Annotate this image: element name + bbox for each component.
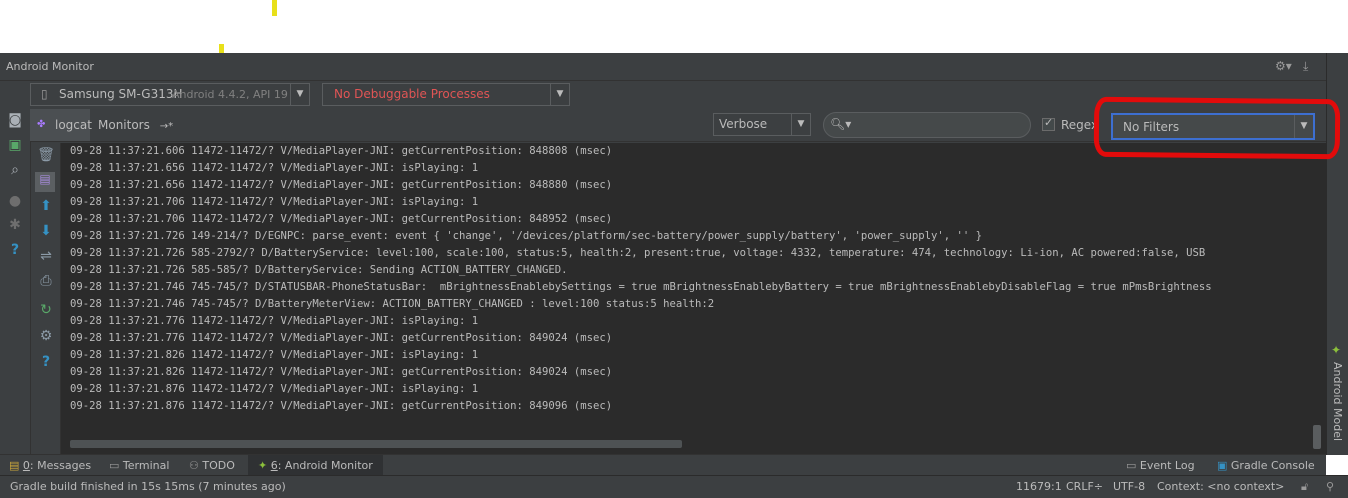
android-icon: ✦: [258, 459, 268, 472]
camera-icon[interactable]: ◙: [5, 112, 25, 128]
logcat-output[interactable]: 09-28 11:37:21.606 11472-11472/? V/Media…: [61, 143, 1326, 454]
caret-position[interactable]: 11679:1: [1016, 476, 1062, 498]
context[interactable]: Context: <no context>: [1157, 476, 1284, 498]
tab-android-monitor[interactable]: ✦ 6: Android Monitor: [248, 455, 383, 476]
scroll-icon[interactable]: ▤: [35, 172, 55, 192]
wrap-icon[interactable]: ⇌: [36, 248, 56, 264]
gradle-icon: ▣: [1217, 459, 1228, 472]
tab-monitor-key: 6: [270, 459, 278, 472]
tab-event-log[interactable]: ▭ Event Log: [1126, 455, 1195, 476]
tool-window-titlebar: Android Monitor ⚙▾ ⤓: [0, 53, 1326, 81]
help-icon[interactable]: ?: [36, 354, 56, 370]
status-bar: Gradle build finished in 15s 15ms (7 min…: [0, 475, 1348, 498]
regex-label: Regex: [1061, 118, 1099, 132]
search-icon: 🔍︎▾: [830, 117, 852, 131]
tab-terminal-label: Terminal: [122, 459, 170, 472]
log-line: 09-28 11:37:21.746 745-745/? D/STATUSBAR…: [70, 281, 1212, 293]
log-line: 09-28 11:37:21.876 11472-11472/? V/Media…: [70, 383, 479, 395]
process-label: No Debuggable Processes: [334, 87, 490, 101]
todo-icon: ⚇: [189, 459, 199, 472]
chevron-down-icon[interactable]: ▼: [290, 84, 309, 105]
tab-gradle-console-label: Gradle Console: [1230, 459, 1315, 472]
log-level-value: Verbose: [719, 117, 768, 131]
browser-top-area: [0, 0, 1348, 53]
restart-icon[interactable]: ↻: [36, 302, 56, 318]
log-line: 09-28 11:37:21.656 11472-11472/? V/Media…: [70, 162, 479, 174]
tab-monitors[interactable]: Monitors →*: [98, 109, 178, 141]
settings-icon[interactable]: ⚙: [36, 328, 56, 344]
log-line: 09-28 11:37:21.746 745-745/? D/BatteryMe…: [70, 298, 715, 310]
encoding[interactable]: UTF-8: [1113, 476, 1145, 498]
tab-android-monitor-label: : Android Monitor: [277, 459, 373, 472]
pin-icon: →*: [159, 121, 174, 132]
tab-event-log-label: Event Log: [1139, 459, 1195, 472]
log-line: 09-28 11:37:21.726 585-585/? D/BatterySe…: [70, 264, 568, 276]
tab-messages-label: : Messages: [29, 459, 92, 472]
tab-logcat[interactable]: ✤ logcat: [30, 109, 92, 141]
tab-messages[interactable]: ▤ 0: Messages: [9, 455, 91, 476]
vertical-scrollbar[interactable]: [1313, 425, 1321, 449]
log-line: 09-28 11:37:21.826 11472-11472/? V/Media…: [70, 349, 479, 361]
check-icon: ✓: [1044, 116, 1054, 129]
up-arrow-icon[interactable]: ⬆: [36, 198, 56, 214]
notification-icon[interactable]: ⚲: [1326, 476, 1334, 498]
log-level-select[interactable]: Verbose ▼: [713, 113, 811, 136]
tab-messages-key: 0: [22, 459, 30, 472]
left-toolbar: ◙ ▣ ⌕ ● ✱ ?: [0, 109, 31, 454]
gear-icon[interactable]: ✱: [5, 217, 25, 233]
log-line: 09-28 11:37:21.826 11472-11472/? V/Media…: [70, 366, 613, 378]
tab-todo[interactable]: ⚇ TODO: [189, 455, 235, 476]
horizontal-scrollbar[interactable]: [70, 440, 682, 448]
process-select[interactable]: No Debuggable Processes ▼: [322, 83, 570, 106]
tab-monitors-label: Monitors: [98, 118, 150, 132]
print-icon[interactable]: ⎙: [36, 273, 56, 289]
log-line: 09-28 11:37:21.726 149-214/? D/EGNPC: pa…: [70, 230, 983, 242]
log-line: 09-28 11:37:21.876 11472-11472/? V/Media…: [70, 400, 613, 412]
device-name: Samsung SM-G313H: [59, 87, 183, 101]
android-model-tab[interactable]: Android Model: [1331, 362, 1344, 441]
hide-icon[interactable]: ⤓: [1303, 59, 1308, 74]
window-title: Android Monitor: [6, 60, 94, 73]
device-select[interactable]: ▯ Samsung SM-G313H Android 4.4.2, API 19…: [30, 83, 310, 106]
gear-icon[interactable]: ⚙▾: [1275, 59, 1292, 73]
down-arrow-icon[interactable]: ⬇: [36, 223, 56, 239]
android-icon: ✦: [1331, 343, 1342, 357]
log-line: 09-28 11:37:21.656 11472-11472/? V/Media…: [70, 179, 613, 191]
lock-icon[interactable]: 🔓︎: [1301, 476, 1308, 498]
play-icon[interactable]: ▣: [5, 137, 25, 153]
line-separator[interactable]: CRLF÷: [1066, 476, 1103, 498]
tab-gradle-console[interactable]: ▣ Gradle Console: [1217, 455, 1315, 476]
logcat-side-toolbar: 🗑︎ ▤ ⬆ ⬇ ⇌ ⎙ ↻ ⚙ ?: [31, 143, 61, 454]
stop-icon[interactable]: ●: [5, 193, 25, 209]
event-log-icon: ▭: [1126, 459, 1137, 472]
chevron-down-icon[interactable]: ▼: [550, 84, 569, 105]
annotation-circle: [1093, 96, 1341, 160]
chevron-down-icon[interactable]: ▼: [791, 114, 810, 135]
terminal-icon: ▭: [109, 459, 120, 472]
log-line: 09-28 11:37:21.776 11472-11472/? V/Media…: [70, 332, 613, 344]
tab-logcat-label: logcat: [55, 118, 92, 132]
trash-icon[interactable]: 🗑︎: [36, 147, 56, 163]
phone-icon: ▯: [41, 87, 48, 101]
logcat-icon: ✤: [37, 119, 46, 130]
log-line: 09-28 11:37:21.706 11472-11472/? V/Media…: [70, 213, 613, 225]
device-detail: Android 4.4.2, API 19: [172, 88, 288, 101]
log-line: 09-28 11:37:21.726 585-2792/? D/BatteryS…: [70, 247, 1206, 259]
tab-terminal[interactable]: ▭ Terminal: [109, 455, 169, 476]
regex-checkbox[interactable]: ✓: [1042, 116, 1055, 131]
messages-icon: ▤: [9, 459, 20, 472]
tab-todo-label: TODO: [202, 459, 235, 472]
tool-window-bar: ▤ 0: Messages ▭ Terminal ⚇ TODO ✦ 6: And…: [0, 454, 1326, 476]
log-line: 09-28 11:37:21.776 11472-11472/? V/Media…: [70, 315, 479, 327]
highlight-mark: [272, 0, 277, 16]
search-input[interactable]: 🔍︎▾: [823, 112, 1031, 138]
highlight-mark: [219, 44, 224, 53]
log-line: 09-28 11:37:21.706 11472-11472/? V/Media…: [70, 196, 479, 208]
log-line: 09-28 11:37:21.606 11472-11472/? V/Media…: [70, 145, 613, 157]
status-message[interactable]: Gradle build finished in 15s 15ms (7 min…: [10, 476, 286, 498]
screen-record-icon[interactable]: ⌕: [5, 162, 25, 178]
help-icon[interactable]: ?: [5, 242, 25, 258]
